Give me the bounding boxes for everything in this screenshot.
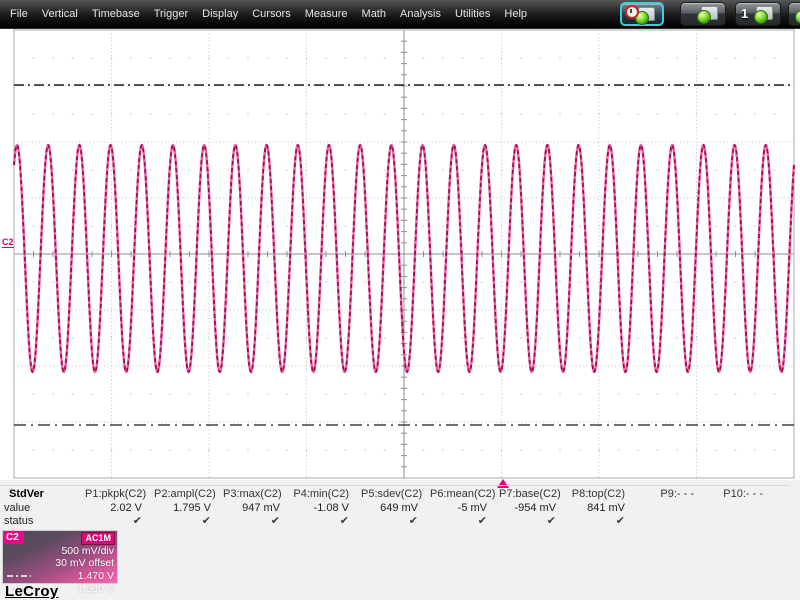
measurement-p1-status: ✔ — [132, 515, 142, 527]
measurement-p3-label[interactable]: P3:max(C2) — [223, 488, 292, 500]
dash-dot-line-icon — [7, 574, 31, 577]
status-row-label: status — [4, 514, 34, 527]
oscilloscope-app: { "menu": { "items": ["File","Vertical",… — [0, 0, 800, 600]
menu-math[interactable]: Math — [355, 0, 393, 28]
measurement-p1-value: 2.02 V — [110, 501, 142, 514]
channel-descriptor-box[interactable]: C2 AC1M 500 mV/div 30 mV offset 1.470 V … — [2, 530, 118, 595]
channel-badge: C2 — [3, 531, 24, 544]
level-top-value: 1.470 V — [77, 569, 114, 582]
measurement-p3-value: 947 mV — [242, 501, 280, 514]
measurement-p3-status: ✔ — [270, 515, 280, 527]
channel-offset-marker[interactable]: C2 — [2, 237, 14, 248]
capture-button[interactable] — [680, 2, 726, 26]
coupling-badge: AC1M — [81, 532, 115, 545]
menu-bar: File Vertical Timebase Trigger Display C… — [0, 0, 800, 29]
measurement-table: StdVer P1:pkpk(C2) P2:ampl(C2) P3:max(C2) P… — [0, 485, 790, 527]
measurement-p5-label[interactable]: P5:sdev(C2) — [361, 488, 430, 500]
menu-utilities[interactable]: Utilities — [448, 0, 497, 28]
measurement-label-row: StdVer P1:pkpk(C2) P2:ampl(C2) P3:max(C2) P… — [0, 487, 790, 501]
measurement-value-row: value 2.02 V 1.795 V 947 mV -1.08 V 649 mV -5… — [0, 501, 790, 514]
measurement-p10-label[interactable]: P10:- - - — [706, 488, 775, 500]
measurement-p8-label[interactable]: P8:top(C2) — [568, 488, 637, 500]
alarm-clock-icon — [625, 5, 639, 19]
measurement-p2-status: ✔ — [201, 515, 211, 527]
green-orb-icon — [754, 10, 768, 24]
menu-cursors[interactable]: Cursors — [245, 0, 298, 28]
waveform-display[interactable]: C2 — [0, 28, 800, 480]
level-top-row: 1.470 V — [3, 569, 117, 582]
measurement-p9-label[interactable]: P9:- - - — [637, 488, 706, 500]
measurement-p8-value: 841 mV — [587, 501, 625, 514]
green-orb-icon — [795, 10, 800, 24]
menu-file[interactable]: File — [3, 0, 35, 28]
scope-grid-and-trace — [12, 29, 796, 479]
menu-trigger[interactable]: Trigger — [147, 0, 195, 28]
measurement-p7-value: -954 mV — [514, 501, 556, 514]
measure-set-label: StdVer — [9, 488, 44, 500]
measurement-p6-value: -5 mV — [457, 501, 487, 514]
menu-vertical[interactable]: Vertical — [35, 0, 85, 28]
measurement-p7-status: ✔ — [546, 515, 556, 527]
measurement-p2-label[interactable]: P2:ampl(C2) — [154, 488, 223, 500]
measurement-p4-label[interactable]: P4:min(C2) — [292, 488, 361, 500]
lecroy-logo: LeCroy — [5, 583, 59, 600]
menu-display[interactable]: Display — [195, 0, 245, 28]
measurement-p4-value: -1.08 V — [313, 501, 349, 514]
green-orb-icon — [697, 10, 711, 24]
level-bottom-value: -1.530 V — [74, 582, 114, 595]
measurement-p6-status: ✔ — [477, 515, 487, 527]
channel-offset: 30 mV offset — [55, 557, 114, 569]
menu-analysis[interactable]: Analysis — [393, 0, 448, 28]
measurement-p4-status: ✔ — [339, 515, 349, 527]
capture-partial-button[interactable] — [788, 2, 800, 26]
measurement-p6-label[interactable]: P6:mean(C2) — [430, 488, 499, 500]
measurement-p1-label[interactable]: P1:pkpk(C2) — [85, 488, 154, 500]
measurement-p2-value: 1.795 V — [173, 501, 211, 514]
menu-measure[interactable]: Measure — [298, 0, 355, 28]
timed-capture-button[interactable] — [620, 2, 664, 26]
measurement-status-row: status ✔ ✔ ✔ ✔ ✔ ✔ ✔ ✔ — [0, 514, 790, 528]
capture-1-button[interactable]: 1 — [735, 2, 781, 26]
menu-help[interactable]: Help — [497, 0, 534, 28]
value-row-label: value — [4, 501, 31, 514]
measurement-p5-status: ✔ — [408, 515, 418, 527]
measurement-p5-value: 649 mV — [380, 501, 418, 514]
measurement-p7-label[interactable]: P7:base(C2) — [499, 488, 568, 500]
channel-scale: 500 mV/div — [61, 545, 114, 557]
menu-timebase[interactable]: Timebase — [85, 0, 147, 28]
button-number-label: 1 — [741, 6, 749, 21]
status-panel: StdVer P1:pkpk(C2) P2:ampl(C2) P3:max(C2) P… — [0, 479, 800, 600]
measurement-p8-status: ✔ — [615, 515, 625, 527]
